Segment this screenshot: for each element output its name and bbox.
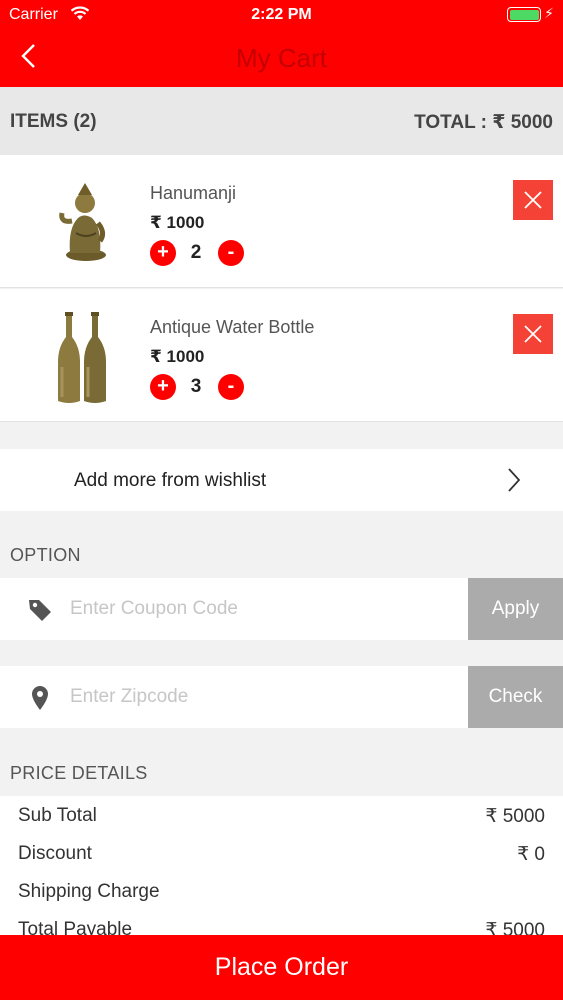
tag-icon [26, 596, 54, 624]
decrease-quantity-button[interactable]: - [218, 374, 244, 400]
page-title: My Cart [236, 43, 327, 73]
hanuman-statue-image [40, 173, 130, 273]
coupon-code-input[interactable] [70, 592, 450, 626]
wishlist-label: Add more from wishlist [74, 470, 267, 491]
charging-icon: ⚡ [544, 5, 554, 21]
subtotal-row: Sub Total ₹ 5000 [18, 805, 545, 827]
zipcode-input[interactable] [70, 680, 450, 714]
water-bottles-image [40, 307, 130, 407]
price-details-title: PRICE DETAILS [10, 763, 148, 783]
cart-total: TOTAL : ₹ 5000 [414, 112, 553, 133]
shipping-row: Shipping Charge [18, 881, 545, 903]
check-zipcode-button[interactable]: Check [468, 666, 563, 728]
items-count: ITEMS (2) [10, 111, 97, 132]
cart-item: Hanumanji ₹ 1000 + 2 - [0, 155, 563, 288]
discount-value: ₹ 0 [517, 844, 545, 865]
close-icon [524, 325, 542, 343]
increase-quantity-button[interactable]: + [150, 240, 176, 266]
quantity-value: 3 [190, 376, 202, 397]
shipping-label: Shipping Charge [18, 881, 160, 902]
nav-bar: My Cart [0, 30, 563, 87]
option-section-title: OPTION [10, 545, 81, 565]
total-payable-label: Total Payable [18, 919, 133, 935]
total-payable-value: ₹ 5000 [485, 920, 545, 935]
status-bar: Carrier 2:22 PM ⚡ [0, 0, 563, 30]
discount-row: Discount ₹ 0 [18, 843, 545, 865]
product-name: Hanumanji [150, 183, 237, 203]
quantity-value: 2 [190, 242, 202, 263]
decrease-quantity-button[interactable]: - [218, 240, 244, 266]
total-payable-row: Total Payable ₹ 5000 [18, 919, 545, 935]
product-price: ₹ 1000 [150, 347, 205, 366]
discount-label: Discount [18, 843, 92, 864]
increase-quantity-button[interactable]: + [150, 374, 176, 400]
zipcode-row: Check [0, 666, 563, 728]
clock: 2:22 PM [251, 6, 312, 23]
add-from-wishlist-row[interactable]: Add more from wishlist [0, 449, 563, 511]
apply-coupon-button[interactable]: Apply [468, 578, 563, 640]
price-details-panel: Sub Total ₹ 5000 Discount ₹ 0 Shipping C… [0, 796, 563, 935]
place-order-button[interactable]: Place Order [0, 935, 563, 1000]
battery-icon [507, 7, 541, 22]
remove-item-button[interactable] [513, 180, 553, 220]
chevron-right-icon [505, 465, 523, 495]
subtotal-value: ₹ 5000 [485, 806, 545, 827]
product-price: ₹ 1000 [150, 213, 205, 232]
cart-item: Antique Water Bottle ₹ 1000 + 3 - [0, 289, 563, 422]
remove-item-button[interactable] [513, 314, 553, 354]
coupon-row: Apply [0, 578, 563, 640]
close-icon [524, 191, 542, 209]
cart-summary: ITEMS (2) TOTAL : ₹ 5000 [0, 87, 563, 155]
subtotal-label: Sub Total [18, 805, 97, 826]
location-pin-icon [26, 684, 54, 712]
product-name: Antique Water Bottle [150, 317, 315, 337]
